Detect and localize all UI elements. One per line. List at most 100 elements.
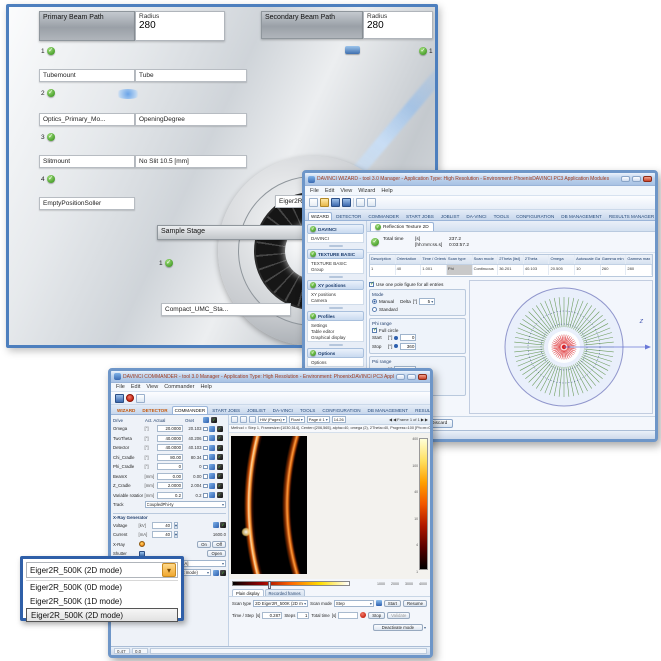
- tab-reflection-texture-2d[interactable]: ✓ Reflection Texture 2D: [370, 222, 434, 231]
- chart-icon[interactable]: [209, 492, 215, 498]
- tubemount-box[interactable]: Tubemount: [39, 69, 135, 82]
- tab-tools[interactable]: TOOLS: [491, 212, 513, 220]
- menu-edit[interactable]: Edit: [131, 384, 140, 390]
- display-tab-plain-display[interactable]: Plain display: [232, 589, 264, 596]
- sidebar-item-graphical-display[interactable]: Graphical display: [310, 334, 361, 340]
- opening-degree-box[interactable]: OpeningDegree: [135, 113, 247, 126]
- scan-mode-select[interactable]: Step ▾: [334, 600, 374, 607]
- last-frame-icon[interactable]: ▶: [425, 417, 428, 422]
- menu-view[interactable]: View: [340, 188, 352, 194]
- drive-checkbox[interactable]: [203, 474, 208, 479]
- sidebar-group-texture-basic[interactable]: ✓TEXTURE BASIC: [307, 249, 364, 259]
- drive-target-input[interactable]: 0: [157, 463, 183, 470]
- phi-stop-input[interactable]: 360: [400, 343, 416, 350]
- secondary-component-icon[interactable]: [345, 46, 360, 54]
- tab-joblist[interactable]: JOBLIST: [438, 212, 463, 220]
- phi-start-input[interactable]: 0: [400, 334, 416, 341]
- chart-icon[interactable]: [213, 522, 219, 528]
- dropdown-option-1[interactable]: Eiger2R_500K (1D mode): [26, 595, 178, 609]
- flag-icon[interactable]: ✓: [217, 464, 223, 470]
- resume-button[interactable]: Resume: [403, 600, 427, 607]
- no-slit-box[interactable]: No Slit 10.5 [mm]: [135, 155, 247, 168]
- tab-detector[interactable]: DETECTOR: [139, 406, 170, 414]
- tab-results-manager[interactable]: RESULTS MANAGER: [412, 406, 433, 414]
- flag-icon[interactable]: ✓: [217, 483, 223, 489]
- prev-frame-icon[interactable]: ◀: [393, 417, 396, 422]
- slider-handle[interactable]: [268, 581, 271, 589]
- separator-handle[interactable]: [329, 344, 343, 346]
- sidebar-item-group[interactable]: Group: [310, 266, 361, 272]
- pages-select[interactable]: HW (Pages) ▾: [258, 416, 287, 423]
- drive-checkbox[interactable]: [203, 465, 208, 470]
- layout-single-icon[interactable]: [249, 416, 256, 423]
- cell-scan-type[interactable]: Phi: [447, 265, 473, 275]
- cell-autoscale-gamma[interactable]: 10: [575, 265, 601, 275]
- minimize-button[interactable]: [396, 374, 405, 380]
- separator-handle[interactable]: [329, 307, 343, 309]
- tab-commander[interactable]: COMMANDER: [172, 406, 209, 414]
- pole-figure-plot[interactable]: Z: [469, 280, 653, 414]
- drive-checkbox[interactable]: [203, 455, 208, 460]
- flag-icon[interactable]: ✓: [220, 522, 226, 528]
- save-icon[interactable]: [115, 394, 124, 403]
- cell-omega[interactable]: 20.505: [549, 265, 575, 275]
- cell-time-orientation[interactable]: 1.001: [421, 265, 447, 275]
- sample-stage-header[interactable]: Sample Stage: [157, 225, 317, 240]
- tab-start-jobs[interactable]: START JOBS: [209, 406, 243, 414]
- chart-icon[interactable]: [209, 483, 215, 489]
- cell-gamma-max[interactable]: 280: [626, 265, 652, 275]
- check-icon[interactable]: ✓: [419, 47, 427, 55]
- scan-type-select[interactable]: 2D Eiger2R_500K (2D mode) ▾: [253, 600, 308, 607]
- zoom-input[interactable]: 14.26: [332, 416, 346, 423]
- calculator-icon[interactable]: [136, 394, 145, 403]
- detector-mode-combobox[interactable]: Eiger2R_500K (2D mode) ▾: [26, 562, 178, 578]
- voltage-spinner[interactable]: [174, 522, 178, 529]
- cell-description[interactable]: 1: [370, 265, 396, 275]
- check-icon[interactable]: ✓: [47, 133, 55, 141]
- primary-radius-box[interactable]: Radius 280: [135, 11, 225, 41]
- chart-icon[interactable]: [209, 445, 215, 451]
- tab-commander[interactable]: COMMANDER: [365, 212, 402, 220]
- check-icon[interactable]: ✓: [47, 47, 55, 55]
- current-spinner[interactable]: [174, 531, 178, 538]
- full-circle-checkbox[interactable]: [372, 328, 377, 333]
- cell-2theta[interactable]: 40.103: [524, 265, 550, 275]
- stop-button[interactable]: Stop: [368, 612, 385, 619]
- secondary-radius-box[interactable]: Radius 280: [363, 11, 433, 39]
- cell-2theta-list-[interactable]: 36.201: [498, 265, 524, 275]
- dropdown-option-0[interactable]: Eiger2R_500K (0D mode): [26, 581, 178, 595]
- sidebar-group-xy-positions[interactable]: ✓XY positions: [307, 280, 364, 290]
- commander-titlebar[interactable]: DAVINCI COMMANDER - tool 3.0 Manager - A…: [111, 371, 430, 383]
- separator-handle[interactable]: [329, 245, 343, 247]
- separator-handle[interactable]: [329, 276, 343, 278]
- layout-grid-icon[interactable]: [231, 416, 238, 423]
- drive-checkbox[interactable]: [203, 493, 208, 498]
- chart-icon[interactable]: [209, 426, 215, 432]
- tab-tools[interactable]: TOOLS: [297, 406, 319, 414]
- chevron-down-icon[interactable]: ▾: [162, 563, 176, 577]
- sidebar-item-camera[interactable]: Camera: [310, 297, 361, 303]
- deactivate-mode-button[interactable]: Deactivate mode: [373, 624, 423, 631]
- first-frame-icon[interactable]: ◀: [389, 417, 392, 422]
- sidebar-item-davinci[interactable]: DAVINCI: [310, 235, 361, 241]
- drive-target-input[interactable]: 0.2: [157, 492, 183, 499]
- menu-file[interactable]: File: [116, 384, 125, 390]
- time-step-input[interactable]: 0.287: [262, 612, 282, 619]
- menu-help[interactable]: Help: [381, 188, 392, 194]
- tab-configuration[interactable]: CONFIGURATION: [319, 406, 363, 414]
- detector-frame-image[interactable]: [231, 436, 307, 574]
- lock-icon[interactable]: [356, 198, 365, 207]
- new-file-icon[interactable]: [309, 198, 318, 207]
- tab-configuration[interactable]: CONFIGURATION: [513, 212, 557, 220]
- flag-icon[interactable]: ✓: [217, 445, 223, 451]
- menu-wizard[interactable]: Wizard: [358, 188, 375, 194]
- table-row[interactable]: 1401.001PhiContinuous36.20140.10320.5051…: [370, 265, 652, 275]
- dropdown-option-2[interactable]: Eiger2R_500K (2D mode): [26, 608, 178, 622]
- drive-checkbox[interactable]: [203, 436, 208, 441]
- check-icon[interactable]: ✓: [47, 175, 55, 183]
- drive-checkbox[interactable]: [203, 427, 208, 432]
- check-icon[interactable]: ✓: [165, 259, 173, 267]
- cell-scan-mode[interactable]: Continuous: [473, 265, 499, 275]
- record-icon[interactable]: [126, 394, 134, 402]
- track-select[interactable]: CoupledPhi-ty ▾: [145, 501, 227, 508]
